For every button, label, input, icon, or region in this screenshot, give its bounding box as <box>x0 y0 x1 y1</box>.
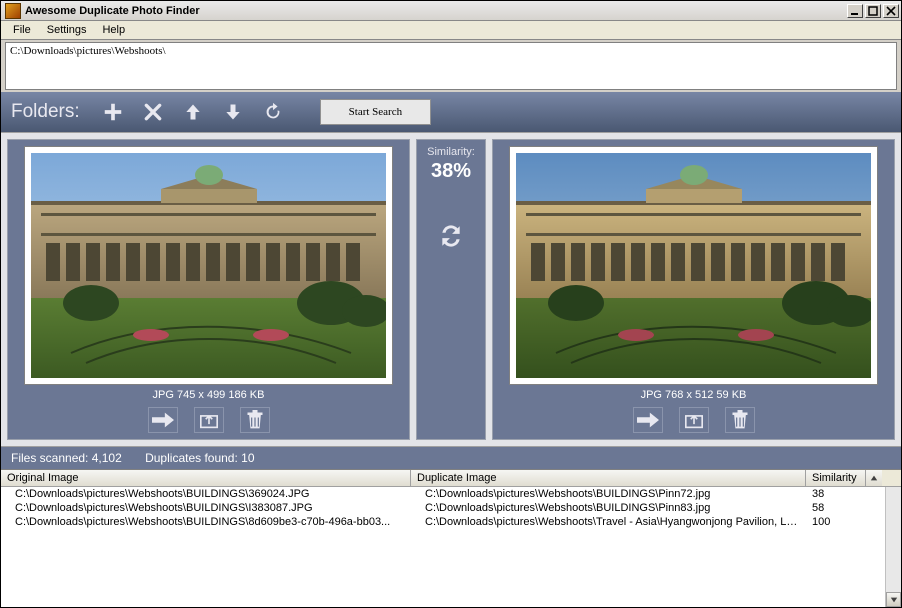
duplicate-image-frame <box>509 146 878 385</box>
cell-similarity: 38 <box>806 487 866 501</box>
cell-similarity: 58 <box>806 501 866 515</box>
similarity-value: 38% <box>431 160 471 183</box>
compare-area: JPG 745 x 499 186 KB Similarity: 38% <box>1 132 901 446</box>
results-scrollbar[interactable] <box>885 487 901 607</box>
folders-label: Folders: <box>11 101 80 123</box>
scroll-down-button[interactable] <box>886 592 901 607</box>
table-row[interactable]: C:\Downloads\pictures\Webshoots\BUILDING… <box>1 487 901 501</box>
menu-bar: File Settings Help <box>1 21 901 40</box>
folder-path-value: C:\Downloads\pictures\Webshoots\ <box>10 45 166 57</box>
cell-duplicate: C:\Downloads\pictures\Webshoots\BUILDING… <box>411 487 806 501</box>
start-search-button[interactable]: Start Search <box>320 99 431 125</box>
window-title: Awesome Duplicate Photo Finder <box>25 5 847 17</box>
table-row[interactable]: C:\Downloads\pictures\Webshoots\BUILDING… <box>1 501 901 515</box>
window-titlebar: Awesome Duplicate Photo Finder <box>1 1 901 21</box>
duplicate-image <box>516 153 871 378</box>
menu-settings[interactable]: Settings <box>39 22 95 38</box>
cell-similarity: 100 <box>806 515 866 529</box>
duplicate-goto-button[interactable] <box>633 407 663 433</box>
folders-toolbar: Folders: Start Search <box>1 92 901 132</box>
menu-file[interactable]: File <box>5 22 39 38</box>
header-original-image[interactable]: Original Image <box>1 470 411 486</box>
files-scanned-label: Files scanned: 4,102 <box>11 451 122 465</box>
original-delete-button[interactable] <box>240 407 270 433</box>
refresh-button[interactable] <box>260 99 286 125</box>
add-folder-button[interactable] <box>100 99 126 125</box>
original-image-frame <box>24 146 393 385</box>
window-minimize-button[interactable] <box>847 4 863 18</box>
cell-original: C:\Downloads\pictures\Webshoots\BUILDING… <box>1 515 411 529</box>
scroll-up-button[interactable] <box>866 470 882 486</box>
folder-path-input[interactable]: C:\Downloads\pictures\Webshoots\ <box>5 42 897 90</box>
status-bar: Files scanned: 4,102 Duplicates found: 1… <box>1 446 901 469</box>
duplicate-image-meta: JPG 768 x 512 59 KB <box>641 389 747 401</box>
cell-original: C:\Downloads\pictures\Webshoots\BUILDING… <box>1 501 411 515</box>
similarity-panel: Similarity: 38% <box>416 139 486 440</box>
duplicate-open-folder-button[interactable] <box>679 407 709 433</box>
results-header-row: Original Image Duplicate Image Similarit… <box>1 470 901 487</box>
original-goto-button[interactable] <box>148 407 178 433</box>
cell-original: C:\Downloads\pictures\Webshoots\BUILDING… <box>1 487 411 501</box>
duplicates-found-label: Duplicates found: 10 <box>145 451 254 465</box>
header-duplicate-image[interactable]: Duplicate Image <box>411 470 806 486</box>
window-close-button[interactable] <box>883 4 899 18</box>
duplicate-delete-button[interactable] <box>725 407 755 433</box>
original-image-meta: JPG 745 x 499 186 KB <box>153 389 265 401</box>
cell-duplicate: C:\Downloads\pictures\Webshoots\Travel -… <box>411 515 806 529</box>
results-body[interactable]: C:\Downloads\pictures\Webshoots\BUILDING… <box>1 487 901 607</box>
window-maximize-button[interactable] <box>865 4 881 18</box>
similarity-label: Similarity: <box>427 146 475 158</box>
swap-images-button[interactable] <box>438 223 464 252</box>
original-image <box>31 153 386 378</box>
header-similarity[interactable]: Similarity <box>806 470 866 486</box>
duplicate-image-panel: JPG 768 x 512 59 KB <box>492 139 895 440</box>
original-image-panel: JPG 745 x 499 186 KB <box>7 139 410 440</box>
table-row[interactable]: C:\Downloads\pictures\Webshoots\BUILDING… <box>1 515 901 529</box>
menu-help[interactable]: Help <box>94 22 133 38</box>
cell-duplicate: C:\Downloads\pictures\Webshoots\BUILDING… <box>411 501 806 515</box>
original-open-folder-button[interactable] <box>194 407 224 433</box>
move-up-button[interactable] <box>180 99 206 125</box>
results-table: Original Image Duplicate Image Similarit… <box>1 469 901 607</box>
remove-folder-button[interactable] <box>140 99 166 125</box>
app-icon <box>5 3 21 19</box>
move-down-button[interactable] <box>220 99 246 125</box>
